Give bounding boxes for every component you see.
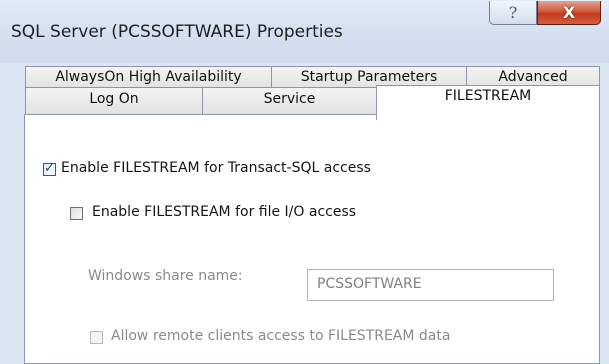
windows-share-name-input[interactable]: PCSSOFTWARE bbox=[307, 269, 554, 301]
enable-file-io-label[interactable]: Enable FILESTREAM for file I/O access bbox=[92, 204, 356, 220]
windows-share-name-value: PCSSOFTWARE bbox=[317, 276, 422, 292]
close-icon: X bbox=[562, 3, 576, 22]
enable-tsql-label[interactable]: Enable FILESTREAM for Transact-SQL acces… bbox=[61, 160, 371, 176]
help-button[interactable]: ? bbox=[489, 1, 537, 25]
enable-file-io-checkbox[interactable] bbox=[70, 207, 83, 220]
tab-log-on[interactable]: Log On bbox=[25, 87, 203, 114]
remote-clients-checkbox[interactable] bbox=[90, 331, 103, 344]
remote-clients-label: Allow remote clients access to FILESTREA… bbox=[111, 328, 451, 344]
filestream-panel: ✓ Enable FILESTREAM for Transact-SQL acc… bbox=[24, 114, 600, 364]
close-button[interactable]: X bbox=[537, 1, 601, 25]
window-title: SQL Server (PCSSOFTWARE) Properties bbox=[11, 22, 343, 42]
checkmark-icon: ✓ bbox=[44, 161, 55, 176]
tab-filestream[interactable]: FILESTREAM bbox=[376, 85, 600, 120]
help-icon: ? bbox=[508, 3, 518, 22]
enable-tsql-checkbox[interactable]: ✓ bbox=[43, 161, 56, 176]
tab-alwayson-high-availability[interactable]: AlwaysOn High Availability bbox=[25, 66, 272, 88]
title-bar: SQL Server (PCSSOFTWARE) Properties ? X bbox=[0, 0, 609, 63]
tab-service[interactable]: Service bbox=[202, 87, 377, 114]
windows-share-name-label: Windows share name: bbox=[88, 268, 243, 284]
